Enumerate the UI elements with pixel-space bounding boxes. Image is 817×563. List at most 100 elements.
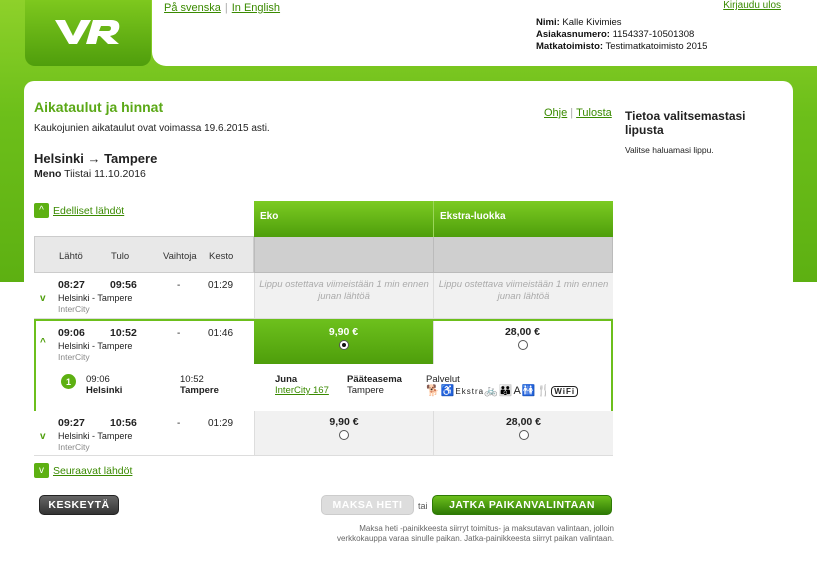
ekstra-service: Ekstra	[455, 387, 485, 396]
allergy-icon: A	[513, 385, 522, 397]
duration: 01:46	[208, 328, 234, 339]
route-text: Helsinki - Tampere	[58, 431, 133, 441]
bicycle-icon: 🚲	[484, 385, 499, 397]
pay-now-button[interactable]: MAKSA HETI	[321, 495, 414, 515]
travel-office: Testimatkatoimisto 2015	[605, 41, 708, 52]
page-title: Aikataulut ja hinnat	[34, 99, 164, 115]
leg-train: Juna InterCity 167	[275, 374, 329, 396]
footnote: Maksa heti -painikkeesta siirryt toimitu…	[336, 524, 614, 543]
header-changes: Vaihtoja	[163, 251, 197, 262]
continue-seat-selection-button[interactable]: JATKA PAIKANVALINTAAN	[432, 495, 612, 515]
ekstra-price: 28,00 €	[505, 416, 542, 428]
table-row[interactable]: 09:27 10:56 - 01:29 v Helsinki - Tampere…	[34, 411, 613, 456]
leg-departure: 09:06 Helsinki	[86, 374, 122, 396]
operator-text: InterCity	[58, 304, 90, 314]
chevron-up-icon: ^	[34, 203, 49, 218]
eko-radio[interactable]	[339, 430, 349, 440]
customer-label: Asiakasnumero:	[536, 29, 610, 40]
departure-time: 09:06	[58, 327, 85, 339]
table-header: Lähtö Tulo Vaihtoja Kesto	[34, 236, 254, 273]
office-label: Matkatoimisto:	[536, 41, 604, 52]
eko-price: 9,90 €	[328, 326, 359, 338]
service-icons: 🐕♿Ekstra🚲👪A🚻🍴 WiFi	[426, 384, 579, 397]
ekstra-subheader	[433, 237, 613, 273]
restaurant-icon: 🍴	[536, 385, 552, 397]
duration: 01:29	[208, 280, 234, 291]
leg-arr-station: Tampere	[180, 385, 219, 396]
class-eko-header: Eko	[254, 201, 433, 237]
chevron-up-icon[interactable]: ^	[40, 337, 46, 348]
main-panel: Aikataulut ja hinnat Kaukojunien aikatau…	[24, 81, 793, 563]
lang-english-link[interactable]: In English	[232, 2, 280, 14]
class-ekstra-header: Ekstra-luokka	[433, 201, 613, 237]
header-departure: Lähtö	[59, 251, 83, 262]
selected-row[interactable]: 09:06 10:52 - 01:46 ^ Helsinki - Tampere…	[34, 319, 613, 411]
arrival-time: 10:56	[110, 417, 137, 429]
or-text: tai	[418, 501, 428, 511]
logout-link[interactable]: Kirjaudu ulos	[723, 0, 781, 11]
leg-arr-time: 10:52	[180, 374, 204, 385]
cancel-button[interactable]: KESKEYTÄ	[39, 495, 119, 515]
route-text: Helsinki - Tampere	[58, 293, 133, 303]
changes: -	[177, 280, 181, 291]
previous-departures-link[interactable]: Edelliset lähdöt	[53, 205, 124, 217]
chevron-down-icon[interactable]: v	[40, 293, 46, 304]
ekstra-cell: Lippu ostettava viimeistään 1 min ennen …	[433, 273, 613, 318]
direction-date: Tiistai 11.10.2016	[64, 168, 146, 180]
print-link[interactable]: Tulosta	[576, 107, 612, 119]
wheelchair-icon: ♿	[440, 385, 456, 397]
unavailable-text: Lippu ostettava viimeistään 1 min ennen …	[438, 279, 609, 302]
operator-text: InterCity	[58, 442, 90, 452]
leg-arrival: 10:52 Tampere	[180, 374, 219, 396]
previous-departures[interactable]: ^ Edelliset lähdöt	[34, 203, 124, 218]
family-icon: 👪	[498, 385, 514, 397]
customer-number: 1154337-10501308	[612, 29, 695, 40]
vr-logo[interactable]	[25, 0, 151, 66]
validity-text: Kaukojunien aikataulut ovat voimassa 19.…	[34, 123, 270, 134]
leg-destination: Pääteasema Tampere	[347, 374, 402, 396]
eko-cell-selected[interactable]: 9,90 €	[254, 321, 433, 364]
leg-number: 1	[61, 374, 76, 389]
changes: -	[177, 418, 181, 429]
language-links: På svenska | In English	[164, 2, 281, 14]
unavailable-text: Lippu ostettava viimeistään 1 min ennen …	[259, 279, 429, 302]
name-label: Nimi:	[536, 17, 560, 28]
next-departures[interactable]: v Seuraavat lähdöt	[34, 463, 132, 478]
arrival-time: 09:56	[110, 279, 137, 291]
leg-dep-station: Helsinki	[86, 385, 123, 396]
arrival-time: 10:52	[110, 327, 137, 339]
next-departures-link[interactable]: Seuraavat lähdöt	[53, 465, 132, 477]
direction-line: Meno Tiistai 11.10.2016	[34, 168, 146, 180]
eko-radio[interactable]	[338, 340, 349, 350]
changes: -	[177, 328, 181, 339]
route-text: Helsinki - Tampere	[58, 341, 133, 351]
lang-swedish-link[interactable]: På svenska	[164, 2, 221, 14]
departure-time: 09:27	[58, 417, 85, 429]
ekstra-radio[interactable]	[517, 340, 528, 350]
eko-cell[interactable]: 9,90 €	[254, 411, 433, 455]
eko-cell: Lippu ostettava viimeistään 1 min ennen …	[254, 273, 433, 318]
wifi-icon: WiFi	[551, 386, 579, 397]
user-name: Kalle Kivimies	[562, 17, 622, 28]
ekstra-price: 28,00 €	[504, 326, 541, 338]
leg-dep-time: 09:06	[86, 374, 110, 385]
help-link[interactable]: Ohje	[544, 107, 567, 119]
ekstra-radio[interactable]	[518, 430, 529, 440]
departure-time: 08:27	[58, 279, 85, 291]
table-row[interactable]: 08:27 09:56 - 01:29 v Helsinki - Tampere…	[34, 273, 613, 319]
ekstra-cell[interactable]: 28,00 €	[433, 321, 611, 364]
top-links: Ohje | Tulosta	[544, 107, 612, 119]
chevron-down-icon: v	[34, 463, 49, 478]
header-arrival: Tulo	[111, 251, 130, 262]
train-link[interactable]: InterCity 167	[275, 385, 329, 396]
pet-icon: 🐕	[426, 385, 441, 397]
route-title: Helsinki → Tampere	[34, 151, 158, 166]
operator-text: InterCity	[58, 352, 90, 362]
side-text: Valitse haluamasi lippu.	[625, 145, 714, 155]
train-label: Juna	[275, 374, 298, 385]
chevron-down-icon[interactable]: v	[40, 431, 46, 442]
eko-subheader	[254, 237, 433, 273]
side-title: Tietoa valitsemastasi lipusta	[625, 109, 746, 137]
ekstra-cell[interactable]: 28,00 €	[433, 411, 613, 455]
journey-detail: 1 09:06 Helsinki 10:52 Tampere Juna InterCi…	[36, 364, 611, 411]
